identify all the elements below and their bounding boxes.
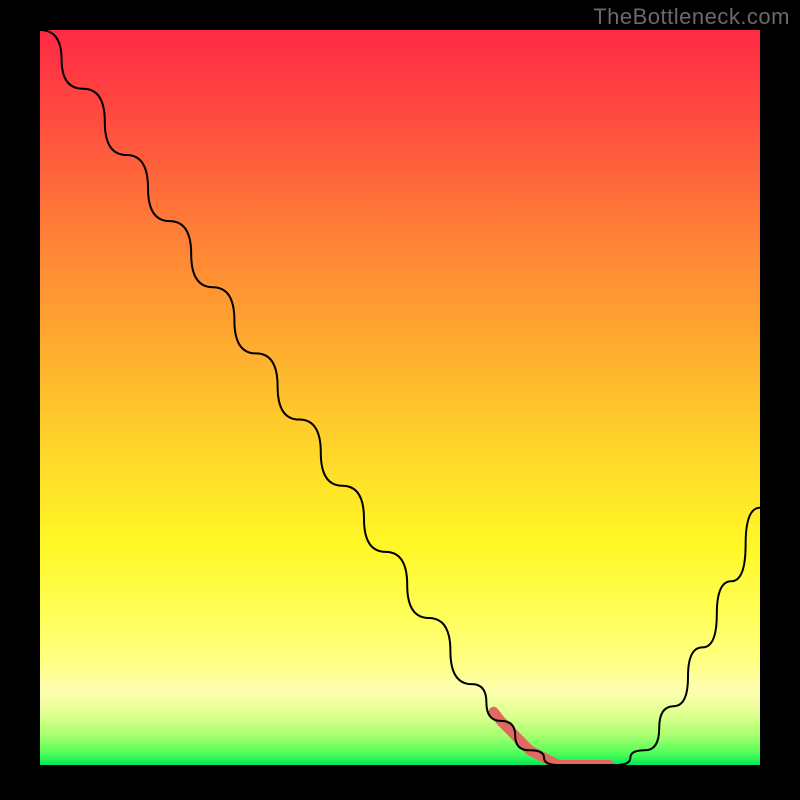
valley-highlight [494, 712, 609, 765]
chart-container: TheBottleneck.com [0, 0, 800, 800]
bottleneck-curve [40, 30, 760, 765]
watermark-text: TheBottleneck.com [593, 4, 790, 30]
chart-overlay [40, 30, 760, 765]
